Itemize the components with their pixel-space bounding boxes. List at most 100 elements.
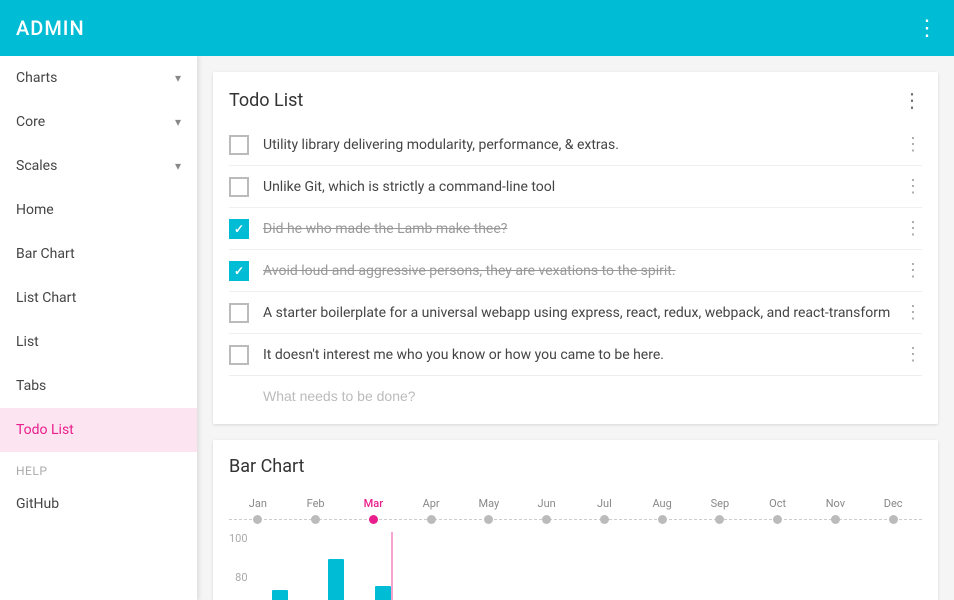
month-jan: Jan xyxy=(229,497,287,510)
todo-checkbox-6[interactable] xyxy=(229,345,249,365)
chart-content-area: 100 80 60 xyxy=(229,532,922,600)
sidebar-item-todo-list-label: Todo List xyxy=(16,422,74,438)
header-menu-icon[interactable]: ⋮ xyxy=(916,16,938,41)
todo-text-6: It doesn't interest me who you know or h… xyxy=(263,347,896,363)
bar-jan-teal xyxy=(272,590,288,600)
bar-feb-teal xyxy=(328,559,344,600)
todo-text-1: Utility library delivering modularity, p… xyxy=(263,137,896,153)
todo-card-title: Todo List xyxy=(229,90,303,111)
app-title: ADMIN xyxy=(16,16,85,40)
month-may: May xyxy=(460,497,518,510)
bar-group-oct xyxy=(756,532,810,600)
axis-dot xyxy=(253,515,262,524)
chevron-down-icon: ▾ xyxy=(175,159,181,173)
sidebar-item-todo-list[interactable]: Todo List xyxy=(0,408,197,452)
axis-dot xyxy=(542,515,551,524)
sidebar-item-bar-chart-label: Bar Chart xyxy=(16,246,75,262)
chart-y-axis: 100 80 60 xyxy=(229,532,254,600)
sidebar-item-list-chart-label: List Chart xyxy=(16,290,76,306)
chart-bars-area xyxy=(254,532,922,600)
app-header: ADMIN ⋮ xyxy=(0,0,954,56)
month-feb: Feb xyxy=(287,497,345,510)
sidebar-item-charts[interactable]: Charts ▾ xyxy=(0,56,197,100)
sidebar-item-tabs[interactable]: Tabs xyxy=(0,364,197,408)
axis-dot xyxy=(773,515,782,524)
todo-new-item-input[interactable] xyxy=(229,375,922,408)
todo-text-5: A starter boilerplate for a universal we… xyxy=(263,305,896,321)
chevron-down-icon: ▾ xyxy=(175,71,181,85)
bar-chart-card: Bar Chart Jan Feb Mar Apr May Jun Jul Au… xyxy=(213,440,938,600)
bar-group-aug xyxy=(645,532,699,600)
axis-dot xyxy=(600,515,609,524)
bar-group-jun xyxy=(533,532,587,600)
axis-dot xyxy=(484,515,493,524)
todo-item-menu-6[interactable]: ⋮ xyxy=(896,344,922,365)
sidebar-item-scales-label: Scales xyxy=(16,158,57,174)
bar-group-may xyxy=(477,532,531,600)
axis-dot xyxy=(831,515,840,524)
bar-group-sep xyxy=(701,532,755,600)
month-oct: Oct xyxy=(749,497,807,510)
sidebar-item-scales[interactable]: Scales ▾ xyxy=(0,144,197,188)
todo-list-card: Todo List ⋮ Utility library delivering m… xyxy=(213,72,938,424)
todo-item-menu-2[interactable]: ⋮ xyxy=(896,176,922,197)
axis-dot xyxy=(715,515,724,524)
sidebar-item-core-label: Core xyxy=(16,114,45,130)
todo-item-menu-3[interactable]: ⋮ xyxy=(896,218,922,239)
chart-months: Jan Feb Mar Apr May Jun Jul Aug Sep Oct … xyxy=(229,489,922,514)
axis-dot xyxy=(658,515,667,524)
sidebar-item-list-label: List xyxy=(16,334,39,350)
sidebar-item-list[interactable]: List xyxy=(0,320,197,364)
todo-item-4: Avoid loud and aggressive persons, they … xyxy=(229,250,922,292)
month-nov: Nov xyxy=(807,497,865,510)
sidebar: Charts ▾ Core ▾ Scales ▾ Home Bar Chart … xyxy=(0,56,197,600)
bar-chart-card-header: Bar Chart xyxy=(229,456,922,477)
sidebar-item-home[interactable]: Home xyxy=(0,188,197,232)
todo-checkbox-4[interactable] xyxy=(229,261,249,281)
bar-group-mar xyxy=(365,532,419,600)
month-sep: Sep xyxy=(691,497,749,510)
todo-item-menu-4[interactable]: ⋮ xyxy=(896,260,922,281)
todo-item-3: Did he who made the Lamb make thee? ⋮ xyxy=(229,208,922,250)
bar-mar-line xyxy=(391,532,393,600)
todo-item-6: It doesn't interest me who you know or h… xyxy=(229,334,922,375)
bar-mar-teal xyxy=(375,586,391,600)
todo-checkbox-2[interactable] xyxy=(229,177,249,197)
chevron-down-icon: ▾ xyxy=(175,115,181,129)
month-jun: Jun xyxy=(518,497,576,510)
todo-card-header: Todo List ⋮ xyxy=(229,88,922,112)
bar-group-feb xyxy=(309,532,363,600)
month-apr: Apr xyxy=(402,497,460,510)
y-label-80: 80 xyxy=(229,571,248,584)
todo-checkbox-3[interactable] xyxy=(229,219,249,239)
main-content: Todo List ⋮ Utility library delivering m… xyxy=(197,56,954,600)
help-section-label: Help xyxy=(0,452,197,482)
axis-dot-active xyxy=(369,515,378,524)
month-dec: Dec xyxy=(864,497,922,510)
axis-dot xyxy=(889,515,898,524)
todo-checkbox-5[interactable] xyxy=(229,303,249,323)
sidebar-item-github[interactable]: GitHub xyxy=(0,482,197,526)
todo-item-menu-5[interactable]: ⋮ xyxy=(896,302,922,323)
todo-card-menu-icon[interactable]: ⋮ xyxy=(902,88,922,112)
todo-item-menu-1[interactable]: ⋮ xyxy=(896,134,922,155)
todo-text-2: Unlike Git, which is strictly a command-… xyxy=(263,179,896,195)
month-jul: Jul xyxy=(576,497,634,510)
sidebar-item-bar-chart[interactable]: Bar Chart xyxy=(0,232,197,276)
bar-group-apr xyxy=(421,532,475,600)
y-label-100: 100 xyxy=(229,532,248,545)
month-mar: Mar xyxy=(345,497,403,510)
todo-item-5: A starter boilerplate for a universal we… xyxy=(229,292,922,334)
sidebar-item-list-chart[interactable]: List Chart xyxy=(0,276,197,320)
sidebar-item-github-label: GitHub xyxy=(16,496,59,512)
bar-group-nov xyxy=(812,532,866,600)
sidebar-item-tabs-label: Tabs xyxy=(16,378,46,394)
bar-chart-title: Bar Chart xyxy=(229,456,304,477)
sidebar-item-core[interactable]: Core ▾ xyxy=(0,100,197,144)
todo-text-3: Did he who made the Lamb make thee? xyxy=(263,221,896,237)
bar-group-jan xyxy=(254,532,308,600)
todo-item-1: Utility library delivering modularity, p… xyxy=(229,124,922,166)
sidebar-item-charts-label: Charts xyxy=(16,70,57,86)
bar-group-dec xyxy=(868,532,922,600)
todo-checkbox-1[interactable] xyxy=(229,135,249,155)
